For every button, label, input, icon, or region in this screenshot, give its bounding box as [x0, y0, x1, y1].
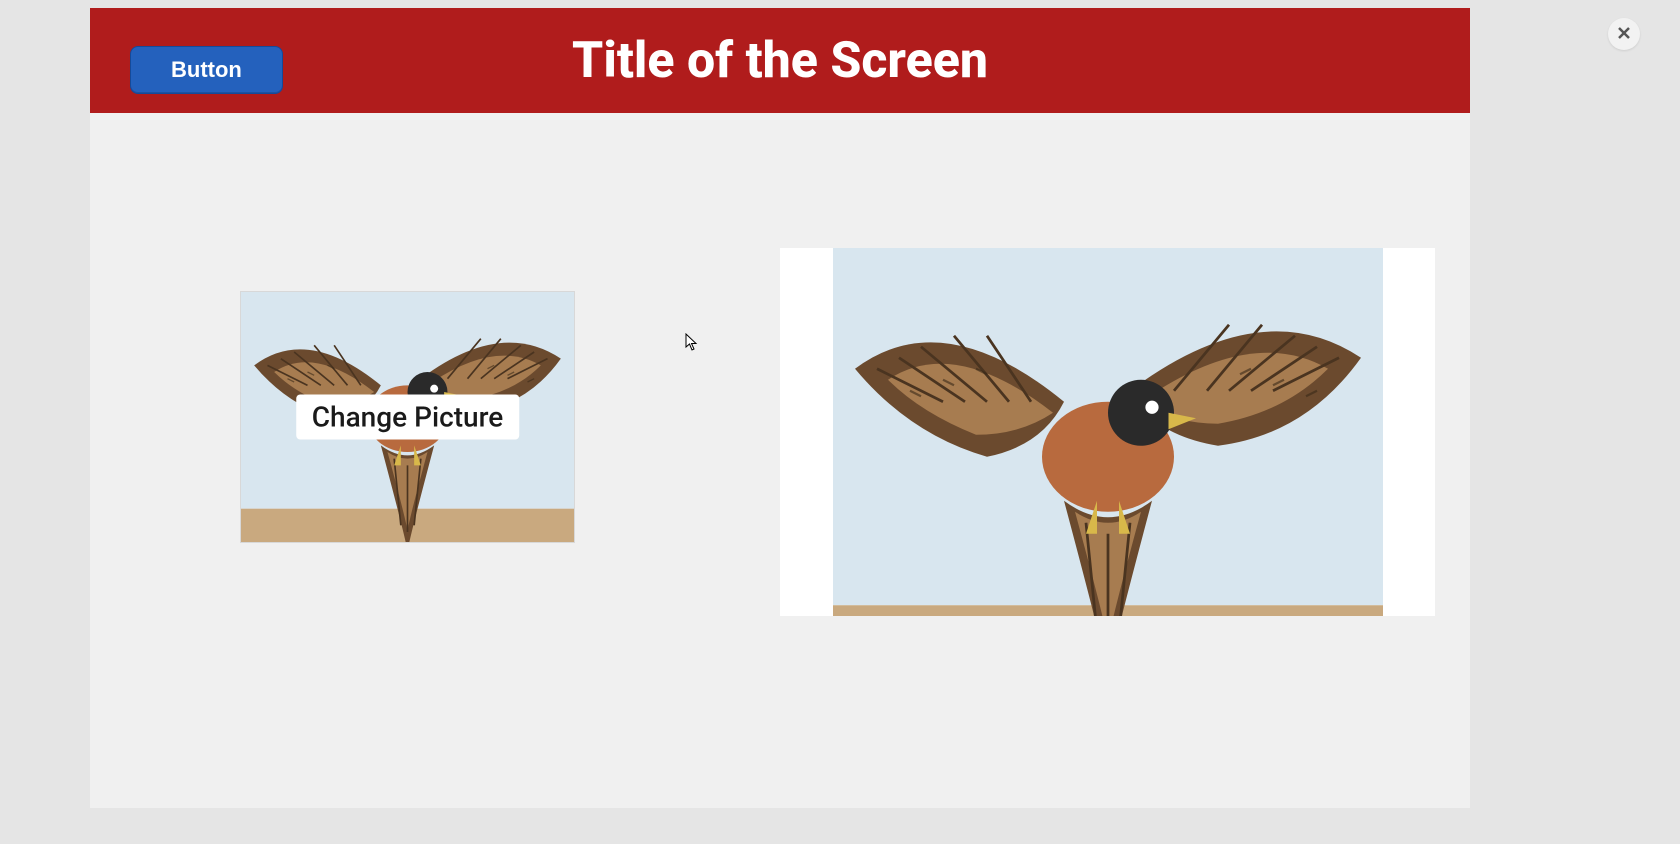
change-picture-button[interactable]: Change Picture	[296, 395, 520, 440]
app-window: Button Title of the Screen Change Pictur…	[90, 8, 1470, 808]
header-button[interactable]: Button	[130, 46, 283, 94]
preview-panel	[780, 248, 1435, 616]
preview-image	[833, 248, 1383, 616]
close-button[interactable]	[1608, 18, 1640, 50]
page-title: Title of the Screen	[90, 32, 1470, 90]
close-icon	[1617, 26, 1631, 43]
cursor-icon	[685, 333, 699, 351]
header-bar: Button Title of the Screen	[90, 8, 1470, 113]
content-area: Change Picture	[90, 113, 1470, 808]
thumbnail-panel[interactable]: Change Picture	[240, 291, 575, 543]
